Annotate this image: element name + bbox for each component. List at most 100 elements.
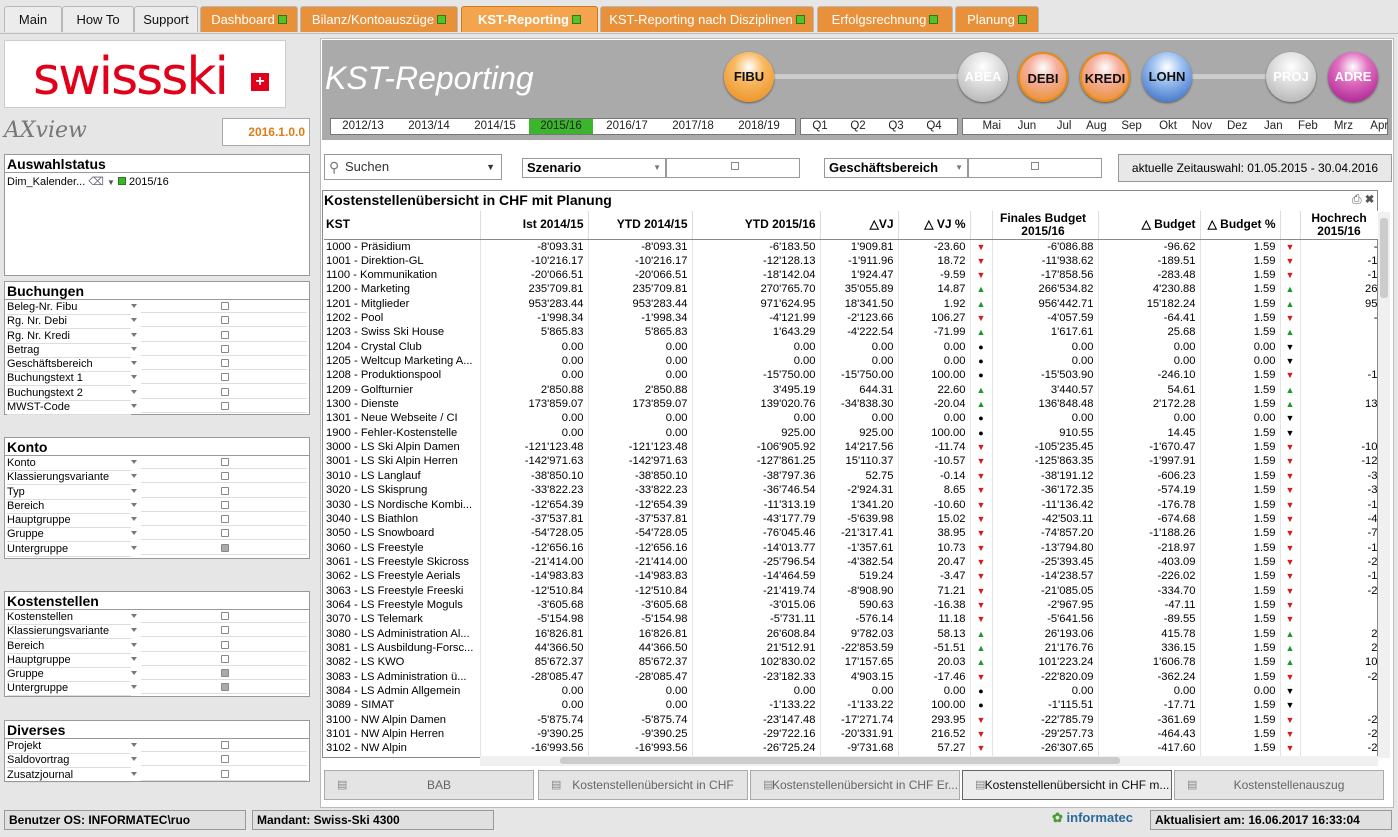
month-item[interactable]: Nov <box>1178 119 1212 134</box>
column-header[interactable] <box>1280 211 1301 240</box>
checkbox[interactable] <box>221 683 229 692</box>
chevron-down-icon[interactable] <box>131 460 137 464</box>
module-abea-button[interactable]: ABEA <box>958 52 1008 102</box>
table-row[interactable]: 1001 - Direktion-GL -10'216.17 -10'216.17-… <box>324 253 1383 268</box>
table-row[interactable]: 3102 - NW Alpin -16'993.56 -16'993.56 -26'7… <box>324 741 1383 756</box>
filter-row[interactable]: Zusatzjournal <box>5 768 309 783</box>
checkbox[interactable] <box>221 486 229 495</box>
checkbox[interactable] <box>221 612 229 620</box>
filter-row[interactable]: Geschäftsbereich <box>5 357 309 373</box>
quarter-item[interactable]: Q3 <box>877 119 915 134</box>
dropdown-icon[interactable]: ▼ <box>107 178 115 187</box>
filter-row[interactable]: Hauptgruppe <box>5 653 309 668</box>
chevron-down-icon[interactable] <box>131 389 137 394</box>
table-row[interactable]: 3064 - LS Freestyle Moguls -3'605.68 -3'60… <box>324 597 1383 613</box>
table-row[interactable]: 1201 - Mitglieder 953'283.44 953'283.44 971… <box>324 296 1383 311</box>
year-item[interactable]: 2012/13 <box>331 119 395 134</box>
chevron-down-icon[interactable] <box>131 346 137 351</box>
module-lohn-button[interactable]: LOHN <box>1142 52 1192 102</box>
table-row[interactable]: 1204 - Crystal Club 0.00 0.00 0.00 0.00 0.00 ●… <box>324 339 1383 354</box>
checkbox[interactable] <box>221 316 229 325</box>
checkbox[interactable] <box>221 543 229 552</box>
checkbox[interactable] <box>221 515 229 524</box>
year-item[interactable]: 2016/17 <box>595 119 659 134</box>
checkbox[interactable] <box>221 472 229 481</box>
tab-4[interactable]: Bilanz/Kontoauszüge <box>300 6 458 32</box>
filter-row[interactable]: Gruppe <box>5 667 309 683</box>
column-header[interactable]: Finales Budget 2015/16 <box>992 211 1099 240</box>
chevron-down-icon[interactable] <box>131 545 137 550</box>
geschaeftsbereich-select[interactable]: Geschäftsbereich ▼ <box>824 158 968 178</box>
month-item[interactable]: Jun <box>1002 119 1037 134</box>
filter-row[interactable]: Beleg-Nr. Fibu <box>5 300 309 315</box>
eraser-icon[interactable]: ⌫ <box>88 176 104 188</box>
module-fibu-button[interactable]: FIBU <box>724 52 774 102</box>
month-item[interactable]: Mrz <box>1319 119 1353 134</box>
filter-row[interactable]: Konto <box>5 456 309 471</box>
chevron-down-icon[interactable] <box>131 685 137 690</box>
print-icon[interactable]: ⎙ <box>1352 192 1362 206</box>
filter-row[interactable]: Rg. Nr. Kredi <box>5 329 309 344</box>
table-row[interactable]: 1202 - Pool -1'998.34 -1'998.34 -4'121.99 -2… <box>324 310 1383 326</box>
table-row[interactable]: 3083 - LS Administration ü... -28'085.47-… <box>324 669 1383 684</box>
checkbox[interactable] <box>221 640 229 649</box>
table-row[interactable]: 3063 - LS Freestyle Freeski -12'510.84 -12… <box>324 583 1383 598</box>
chevron-down-icon[interactable] <box>131 318 137 323</box>
filter-row[interactable]: Klassierungsvariante <box>5 470 309 486</box>
search-input[interactable]: ⚲ Suchen ▼ <box>324 154 502 180</box>
chevron-down-icon[interactable] <box>131 361 137 366</box>
checkbox[interactable] <box>221 373 229 382</box>
scroll-thumb[interactable] <box>560 757 1120 764</box>
filter-row[interactable]: Buchungstext 2 <box>5 386 309 401</box>
table-row[interactable]: 1205 - Weltcup Marketing A... 0.00 0.00 0.0… <box>324 353 1383 369</box>
chevron-down-icon[interactable] <box>131 628 137 633</box>
filter-row[interactable]: MWST-Code <box>5 400 309 416</box>
column-header[interactable]: Ist 2014/15 <box>480 211 589 240</box>
table-row[interactable]: 1203 - Swiss Ski House 5'865.83 5'865.83 1'… <box>324 325 1383 340</box>
column-header[interactable]: KST <box>324 211 481 240</box>
table-row[interactable]: 1900 - Fehler-Kostenstelle 0.00 0.00 925.00… <box>324 425 1383 440</box>
table-row[interactable]: 3101 - NW Alpin Herren -9'390.25 -9'390.25… <box>324 726 1383 742</box>
filter-row[interactable]: Kostenstellen <box>5 610 309 625</box>
year-item[interactable]: 2017/18 <box>661 119 725 134</box>
column-header[interactable]: △ Budget % <box>1200 211 1281 240</box>
chevron-down-icon[interactable] <box>131 531 137 536</box>
chevron-down-icon[interactable] <box>131 304 137 308</box>
checkbox[interactable] <box>221 669 229 678</box>
chevron-down-icon[interactable] <box>131 642 137 647</box>
chevron-down-icon[interactable]: ▼ <box>486 155 495 179</box>
sheet-button[interactable]: ▤ Kostenstellenauszug <box>1174 770 1384 800</box>
module-proj-button[interactable]: PROJ <box>1266 52 1316 102</box>
table-row[interactable]: 1300 - Dienste 173'859.07 173'859.07 139'02… <box>324 396 1383 412</box>
quarter-item[interactable]: Q2 <box>839 119 877 134</box>
chevron-down-icon[interactable] <box>131 502 137 507</box>
column-header[interactable]: YTD 2014/15 <box>588 211 693 240</box>
sheet-button[interactable]: ▤ Kostenstellenübersicht in CHF Er... <box>750 770 960 800</box>
filter-row[interactable]: Klassierungsvariante <box>5 624 309 640</box>
column-header[interactable]: △ VJ % <box>898 211 971 240</box>
filter-row[interactable]: Gruppe <box>5 527 309 543</box>
filter-row[interactable]: Untergruppe <box>5 681 309 697</box>
checkbox[interactable] <box>221 500 229 509</box>
filter-row[interactable]: Rg. Nr. Debi <box>5 314 309 330</box>
table-row[interactable]: 3050 - LS Snowboard -54'728.05 -54'728.05-… <box>324 526 1383 541</box>
tab-2[interactable]: Support <box>134 6 198 32</box>
table-row[interactable]: 3020 - LS Skisprung -33'822.23 -33'822.23-… <box>324 483 1383 498</box>
table-row[interactable]: 3089 - SIMAT 0.00 0.00 -1'133.22 -1'133.22 10… <box>324 698 1383 713</box>
module-adre-button[interactable]: ADRE <box>1328 52 1378 102</box>
checkbox[interactable] <box>221 302 229 310</box>
chevron-down-icon[interactable] <box>131 375 137 380</box>
table-row[interactable]: 3081 - LS Ausbildung-Forsc... 44'366.50 44… <box>324 640 1383 656</box>
column-header[interactable]: △VJ <box>820 211 899 240</box>
filter-row[interactable]: Hauptgruppe <box>5 513 309 529</box>
checkbox[interactable] <box>221 741 229 749</box>
month-item[interactable]: Feb <box>1284 119 1318 134</box>
month-item[interactable]: Dez <box>1213 119 1247 134</box>
year-item[interactable]: 2013/14 <box>397 119 461 134</box>
month-item[interactable]: Jan <box>1249 119 1283 134</box>
checkbox[interactable] <box>221 330 229 339</box>
filter-row[interactable]: Betrag <box>5 343 309 358</box>
table-row[interactable]: 3030 - LS Nordische Kombi... -12'654.39 -1… <box>324 497 1383 512</box>
checkbox[interactable] <box>221 529 229 538</box>
szenario-value-field[interactable] <box>666 158 800 178</box>
